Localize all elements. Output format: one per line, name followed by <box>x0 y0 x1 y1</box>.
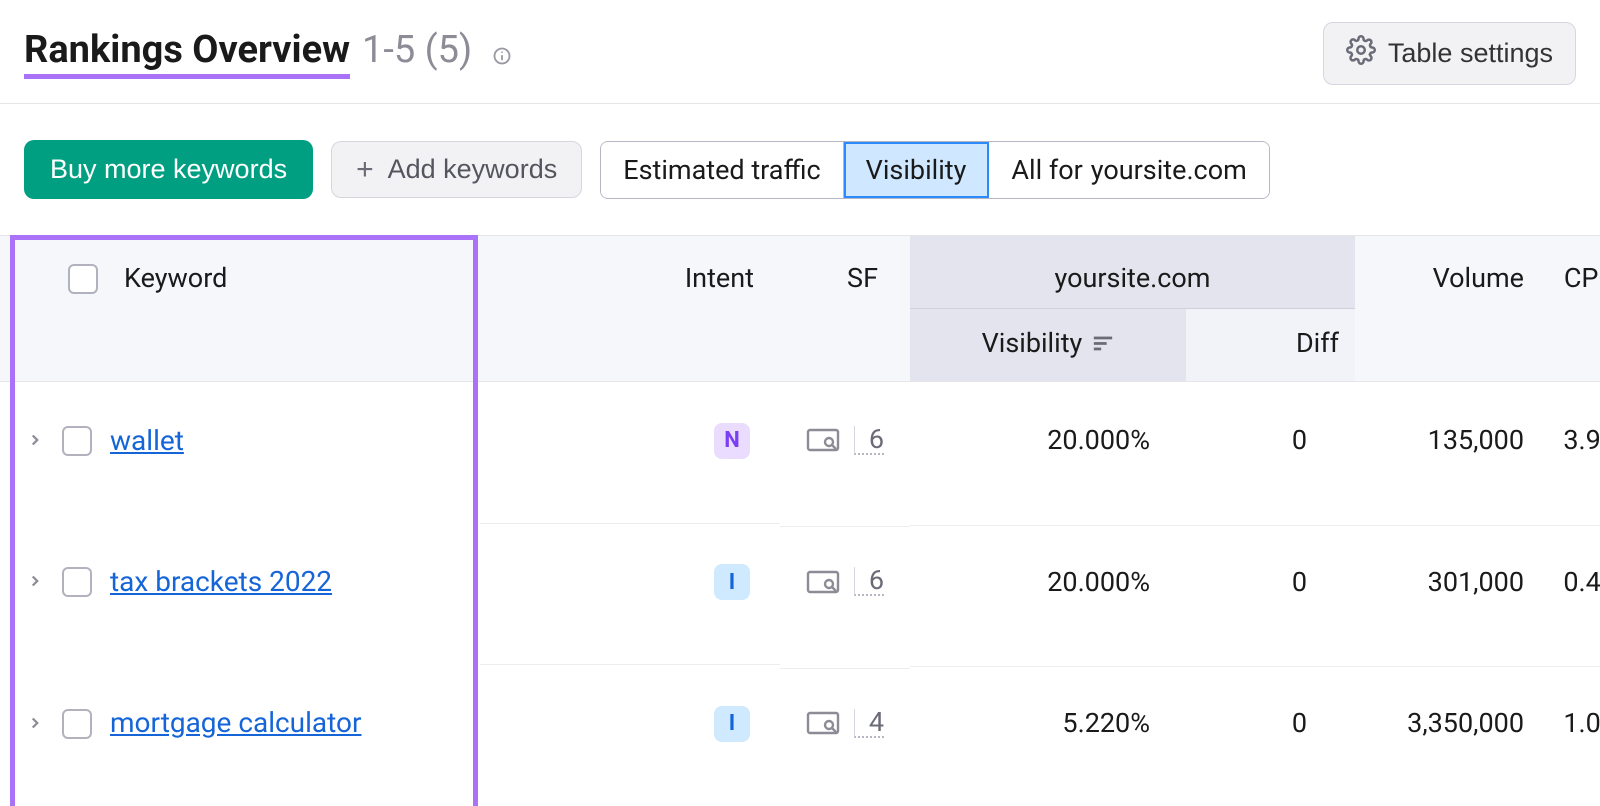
diff-cell: 0 <box>1180 384 1355 520</box>
keyword-link[interactable]: wallet <box>110 424 184 457</box>
tab-all-for-domain[interactable]: All for yoursite.com <box>989 142 1268 198</box>
toolbar-row: Buy more keywords + Add keywords Estimat… <box>0 104 1600 235</box>
col-cpc-label: CPC <box>1564 262 1600 294</box>
sort-icon <box>1092 327 1114 359</box>
keyword-cell: tax brackets 2022 <box>0 525 480 662</box>
page-range: 1-5 (5) <box>362 28 472 72</box>
tab-allfor-domain: yoursite.com <box>1091 154 1247 186</box>
intent-badge: N <box>714 423 750 459</box>
diff-cell: 0 <box>1180 525 1355 662</box>
buy-keywords-button[interactable]: Buy more keywords <box>24 140 313 199</box>
rankings-table: Keyword Intent SF yoursite.com Visibilit… <box>0 235 1600 806</box>
plus-icon: + <box>356 155 374 185</box>
col-domain-group: yoursite.com Visibility Diff <box>910 236 1355 381</box>
info-icon[interactable] <box>492 46 512 66</box>
expand-chevron-icon[interactable] <box>26 424 44 456</box>
sf-cell[interactable]: 6 <box>780 526 910 660</box>
page-title: Rankings Overview <box>24 28 350 79</box>
tab-visibility[interactable]: Visibility <box>844 142 990 198</box>
volume-cell: 3,350,000 <box>1355 666 1540 803</box>
table-header-row: Keyword Intent SF yoursite.com Visibilit… <box>0 235 1600 382</box>
gear-icon <box>1346 35 1376 72</box>
table-row: mortgage calculator I 4 5.220% 0 3,350,0… <box>0 664 1600 806</box>
col-cpc[interactable]: CPC <box>1540 236 1600 381</box>
cpc-cell: 0.48 <box>1540 525 1600 662</box>
col-keyword: Keyword <box>0 236 480 381</box>
cpc-cell: 1.01 <box>1540 666 1600 803</box>
tab-visibility-label: Visibility <box>866 154 967 186</box>
col-keyword-label: Keyword <box>124 262 227 294</box>
visibility-cell: 20.000% <box>910 384 1180 520</box>
row-checkbox[interactable] <box>62 426 92 456</box>
keyword-link[interactable]: tax brackets 2022 <box>110 565 332 598</box>
serp-feature-icon <box>806 427 840 453</box>
tab-allfor-label: All for <box>1011 154 1082 186</box>
sf-cell[interactable]: 6 <box>780 386 910 519</box>
col-intent-label: Intent <box>685 262 754 294</box>
tab-estimated-traffic[interactable]: Estimated traffic <box>601 142 843 198</box>
select-all-checkbox[interactable] <box>68 264 98 294</box>
table-row: wallet N 6 20.000% 0 135,000 3.90 <box>0 382 1600 523</box>
visibility-cell: 20.000% <box>910 525 1180 662</box>
col-volume[interactable]: Volume <box>1355 236 1540 381</box>
row-checkbox[interactable] <box>62 709 92 739</box>
volume-cell: 135,000 <box>1355 384 1540 520</box>
add-keywords-button[interactable]: + Add keywords <box>331 141 582 198</box>
col-domain-title: yoursite.com <box>910 236 1355 308</box>
intent-badge: I <box>714 564 750 600</box>
col-diff[interactable]: Diff <box>1186 309 1355 381</box>
serp-feature-icon <box>806 710 840 736</box>
cpc-cell: 3.90 <box>1540 384 1600 520</box>
col-visibility-label: Visibility <box>982 327 1083 359</box>
table-settings-button[interactable]: Table settings <box>1323 22 1576 85</box>
intent-cell: I <box>480 664 780 806</box>
title-left: Rankings Overview 1-5 (5) <box>24 28 512 79</box>
col-sf-label: SF <box>847 262 878 294</box>
keyword-cell: wallet <box>0 384 480 521</box>
intent-badge: I <box>714 706 750 742</box>
serp-feature-icon <box>806 569 840 595</box>
col-sf[interactable]: SF <box>780 236 910 381</box>
add-keywords-label: Add keywords <box>388 154 558 185</box>
table-row: tax brackets 2022 I 6 20.000% 0 301,000 … <box>0 523 1600 665</box>
keyword-link[interactable]: mortgage calculator <box>110 706 362 739</box>
volume-cell: 301,000 <box>1355 525 1540 662</box>
header-row: Rankings Overview 1-5 (5) Table settings <box>0 0 1600 104</box>
table-body: wallet N 6 20.000% 0 135,000 3.90 <box>0 382 1600 806</box>
sf-count: 6 <box>854 426 884 455</box>
sf-count: 4 <box>854 709 884 738</box>
sf-cell[interactable]: 4 <box>780 668 910 802</box>
visibility-cell: 5.220% <box>910 666 1180 803</box>
col-diff-label: Diff <box>1296 327 1339 359</box>
tab-estimated-label: Estimated traffic <box>623 154 820 186</box>
table-settings-label: Table settings <box>1388 38 1553 69</box>
col-intent[interactable]: Intent <box>480 236 780 381</box>
col-volume-label: Volume <box>1433 262 1524 294</box>
expand-chevron-icon[interactable] <box>26 707 44 739</box>
intent-cell: N <box>480 382 780 523</box>
col-visibility[interactable]: Visibility <box>910 309 1186 381</box>
row-checkbox[interactable] <box>62 567 92 597</box>
keyword-cell: mortgage calculator <box>0 666 480 803</box>
sf-count: 6 <box>854 567 884 596</box>
buy-keywords-label: Buy more keywords <box>50 154 287 184</box>
diff-cell: 0 <box>1180 666 1355 803</box>
view-segment-group: Estimated traffic Visibility All for you… <box>600 141 1270 199</box>
intent-cell: I <box>480 523 780 665</box>
expand-chevron-icon[interactable] <box>26 565 44 597</box>
